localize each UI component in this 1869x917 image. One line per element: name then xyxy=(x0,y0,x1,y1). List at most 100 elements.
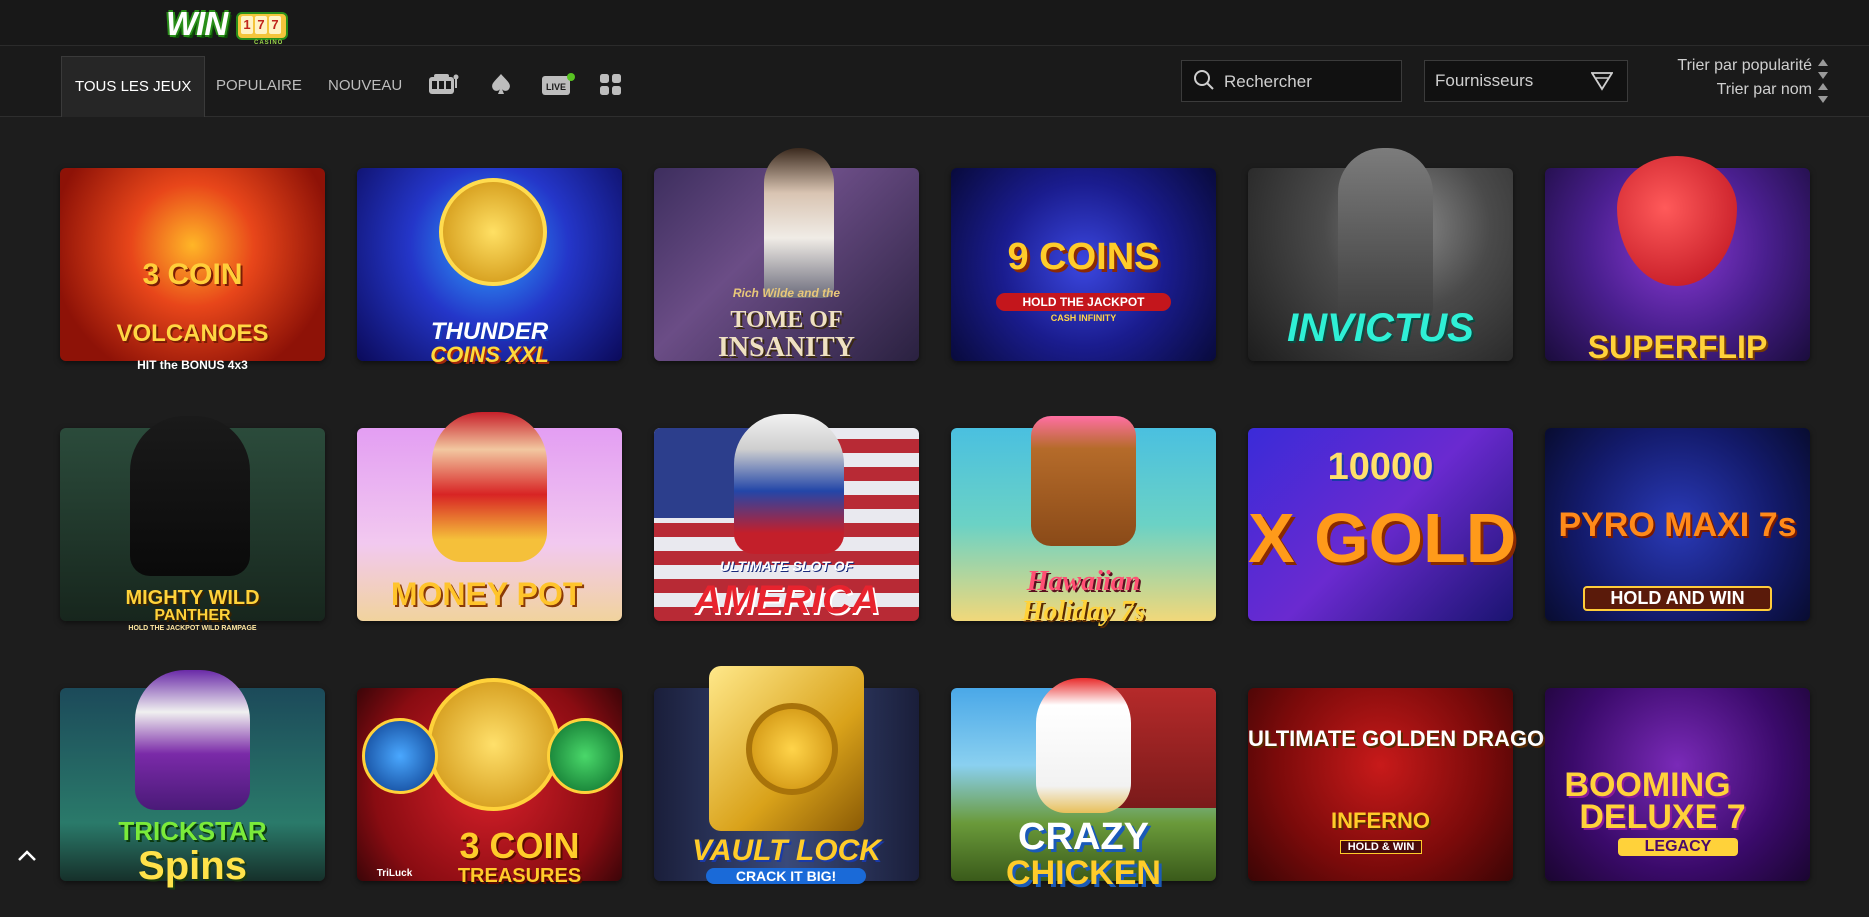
sort-popularity-label: Trier par popularité xyxy=(1677,57,1812,74)
game-subtitle: Rich Wilde and the xyxy=(732,286,841,300)
game-subtitle: HOLD & WIN xyxy=(1340,840,1422,854)
game-title: 3 COIN xyxy=(142,258,243,291)
coin-icon xyxy=(547,718,623,794)
sort-name-label: Trier par nom xyxy=(1716,81,1812,98)
game-card[interactable]: ULTIMATE SLOT OF AMERICA xyxy=(654,414,919,622)
game-title: 10000 xyxy=(1327,446,1434,488)
game-card[interactable]: INVICTUS xyxy=(1248,148,1513,361)
game-title-line2: POT xyxy=(516,576,583,612)
game-card[interactable]: Rich Wilde and the TOME OF INSANITY xyxy=(654,148,919,363)
game-title-line2: Spins xyxy=(138,844,247,888)
sort-by-name[interactable]: Trier par nom xyxy=(1717,81,1812,99)
eagle-figure xyxy=(734,414,844,554)
game-title-line2: X GOLD xyxy=(1248,499,1517,577)
logo-text: WIN xyxy=(166,5,228,42)
game-subtitle: CASH INFINITY xyxy=(1050,313,1117,323)
game-title: Hawaiian xyxy=(1026,566,1141,597)
coin-icon xyxy=(439,178,547,286)
search-icon xyxy=(1194,70,1214,90)
game-title-line2: VOLCANOES xyxy=(116,320,269,347)
game-title-line2: HOLD AND WIN xyxy=(1583,586,1772,611)
game-title-line2: HOLD THE JACKPOT xyxy=(996,293,1171,311)
warrior-statue xyxy=(1338,148,1433,318)
providers-dropdown[interactable]: Fournisseurs xyxy=(1424,60,1628,102)
grid-icon[interactable] xyxy=(599,73,623,102)
sort-arrows-icon[interactable] xyxy=(1817,58,1829,80)
game-card[interactable]: 3 COIN VOLCANOES HIT the BONUS 4x3 xyxy=(60,168,325,372)
game-card[interactable]: THUNDER COINS XXL xyxy=(357,168,622,366)
game-title-line2: Holiday 7s xyxy=(1021,596,1146,627)
game-card[interactable]: SUPERFLIP xyxy=(1545,156,1810,365)
vault-dial xyxy=(746,703,838,795)
game-title-line2: PANTHER xyxy=(154,607,231,624)
game-title: THUNDER xyxy=(430,318,549,345)
sort-by-popularity[interactable]: Trier par popularité xyxy=(1677,57,1812,75)
game-subtitle: HIT the BONUS 4x3 xyxy=(137,358,248,372)
tab-label: NOUVEAU xyxy=(328,77,403,94)
game-title: ULTIMATE SLOT OF xyxy=(719,558,854,574)
game-card[interactable]: 10000 X GOLD xyxy=(1248,428,1517,621)
jester-figure xyxy=(135,670,250,810)
logo-reel: 1 xyxy=(241,16,253,34)
site-logo[interactable]: WIN 1 7 7 CASINO xyxy=(166,5,290,46)
game-title: CRAZY xyxy=(1018,816,1149,858)
game-title: PYRO MAXI 7s xyxy=(1558,506,1797,544)
tiki-mask xyxy=(1031,416,1136,546)
game-card[interactable]: MIGHTY WILD PANTHER HOLD THE JACKPOT WIL… xyxy=(60,416,325,632)
game-title: SUPERFLIP xyxy=(1587,329,1768,365)
game-card[interactable]: VAULT LOCK CRACK IT BIG! xyxy=(654,666,919,884)
game-card[interactable]: PYRO MAXI 7s HOLD AND WIN xyxy=(1545,428,1810,621)
game-subtitle: TriLuck xyxy=(376,868,413,879)
top-bar: WIN 1 7 7 CASINO xyxy=(0,0,1869,46)
live-icon[interactable]: LIVE xyxy=(541,73,577,102)
tab-label: POPULAIRE xyxy=(216,77,302,94)
search-input[interactable] xyxy=(1222,67,1396,97)
slot-machine-icon[interactable] xyxy=(428,73,460,100)
game-subtitle: LEGACY xyxy=(1618,838,1738,856)
game-title: ULTIMATE GOLDEN DRAGON xyxy=(1248,726,1561,751)
game-card[interactable]: 9 COINS HOLD THE JACKPOT CASH INFINITY xyxy=(951,168,1216,361)
game-title: INVICTUS xyxy=(1287,306,1474,350)
game-title: 9 COINS xyxy=(1007,236,1160,278)
character-figure xyxy=(764,148,834,298)
sort-arrows-icon[interactable] xyxy=(1817,82,1829,104)
game-subtitle: HOLD THE JACKPOT WILD RAMPAGE xyxy=(128,625,257,632)
coin-icon xyxy=(427,678,560,811)
game-title-line2: CHICKEN xyxy=(1006,854,1161,892)
panther-figure xyxy=(130,416,250,576)
god-of-wealth-figure xyxy=(432,412,547,562)
game-card[interactable]: 3 COIN TREASURES TriLuck xyxy=(357,678,623,886)
search-box[interactable] xyxy=(1181,60,1402,102)
game-card[interactable]: ULTIMATE GOLDEN DRAGON INFERNO HOLD & WI… xyxy=(1248,688,1561,881)
game-card[interactable]: Hawaiian Holiday 7s xyxy=(951,416,1216,626)
game-title: BOOMING xyxy=(1564,766,1731,804)
logo-reel: 7 xyxy=(269,16,281,34)
providers-label: Fournisseurs xyxy=(1435,71,1534,90)
game-card[interactable]: CRAZY CHICKEN xyxy=(951,678,1216,890)
game-title-line2: DELUXE 7 xyxy=(1579,798,1746,836)
game-title: MIGHTY WILD xyxy=(125,587,260,609)
spade-icon[interactable] xyxy=(489,73,513,100)
game-card[interactable]: TRICKSTAR Spins xyxy=(60,670,325,886)
game-card[interactable]: MONEY POT xyxy=(357,412,622,621)
game-title-line2: COINS XXL xyxy=(430,342,549,367)
tab-all-games[interactable]: TOUS LES JEUX xyxy=(61,56,206,117)
game-title-line2: AMERICA xyxy=(693,578,880,622)
filter-icon xyxy=(1591,72,1613,91)
tab-popular[interactable]: POPULAIRE xyxy=(216,56,302,116)
game-title: VAULT LOCK xyxy=(692,834,881,867)
live-badge-text: LIVE xyxy=(546,82,566,92)
logo-reels: 1 7 7 xyxy=(236,12,288,40)
game-filter-bar: TOUS LES JEUX POPULAIRE NOUVEAU LIVE Rec… xyxy=(0,46,1869,117)
game-title-line2: INFERNO xyxy=(1331,808,1430,833)
game-card[interactable]: BOOMING DELUXE 7 LEGACY xyxy=(1545,688,1810,881)
game-title: 3 COIN xyxy=(459,825,580,866)
game-title-line2: INSANITY xyxy=(718,332,855,363)
coin-icon xyxy=(362,718,438,794)
tab-label: TOUS LES JEUX xyxy=(75,78,192,95)
tab-new[interactable]: NOUVEAU xyxy=(328,56,402,116)
game-title-line2: CRACK IT BIG! xyxy=(706,868,866,884)
game-title: TOME OF xyxy=(730,307,843,333)
logo-reel: 7 xyxy=(255,16,267,34)
back-to-top-icon[interactable] xyxy=(14,846,40,866)
